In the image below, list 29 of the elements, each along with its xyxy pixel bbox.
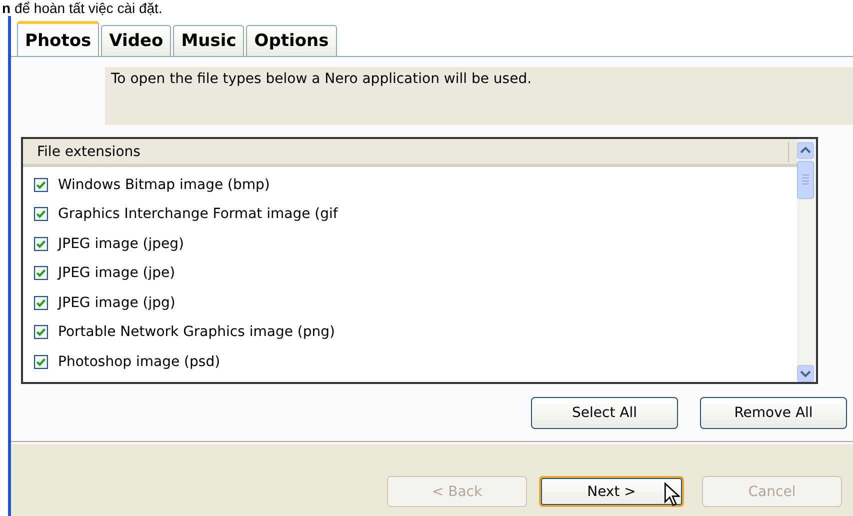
- checkbox[interactable]: [34, 236, 48, 251]
- file-type-label: Portable Network Graphics image (png): [58, 324, 335, 340]
- file-type-label: JPEG image (jpg): [58, 294, 176, 311]
- checkbox[interactable]: [34, 354, 48, 369]
- checkbox[interactable]: [34, 207, 48, 222]
- file-type-label: Windows Bitmap image (bmp): [58, 176, 270, 193]
- scroll-down-icon[interactable]: [797, 365, 814, 382]
- checkbox[interactable]: [34, 178, 48, 192]
- mouse-pointer-icon: [664, 482, 680, 508]
- column-header-text: File extensions: [37, 144, 142, 160]
- list-button[interactable]: Select All: [531, 397, 678, 429]
- file-type-label: Graphics Interchange Format image (gif: [58, 206, 338, 222]
- tab[interactable]: Music: [173, 25, 244, 56]
- tab[interactable]: Video: [101, 25, 172, 56]
- scroll-thumb-icon[interactable]: [797, 161, 814, 199]
- scroll-up-icon[interactable]: [797, 142, 814, 159]
- file-type-label: JPEG image (jpeg): [58, 236, 184, 252]
- scrollbar[interactable]: [797, 139, 816, 382]
- checkbox[interactable]: [34, 296, 48, 310]
- tab[interactable]: Photos: [17, 21, 100, 57]
- file-type-label: JPEG image (jpe): [58, 265, 176, 282]
- checkbox[interactable]: [34, 325, 48, 340]
- file-type-label: Photoshop image (psd): [58, 354, 220, 370]
- wizard-button[interactable]: Next >: [539, 476, 684, 507]
- caption-text: n để hoàn tất việc cài đặt.: [1, 0, 164, 16]
- list-button[interactable]: Remove All: [700, 397, 847, 429]
- checkbox[interactable]: [34, 266, 48, 280]
- info-text: To open the file types below a Nero application will be used.: [105, 67, 853, 125]
- tab[interactable]: Options: [246, 25, 337, 56]
